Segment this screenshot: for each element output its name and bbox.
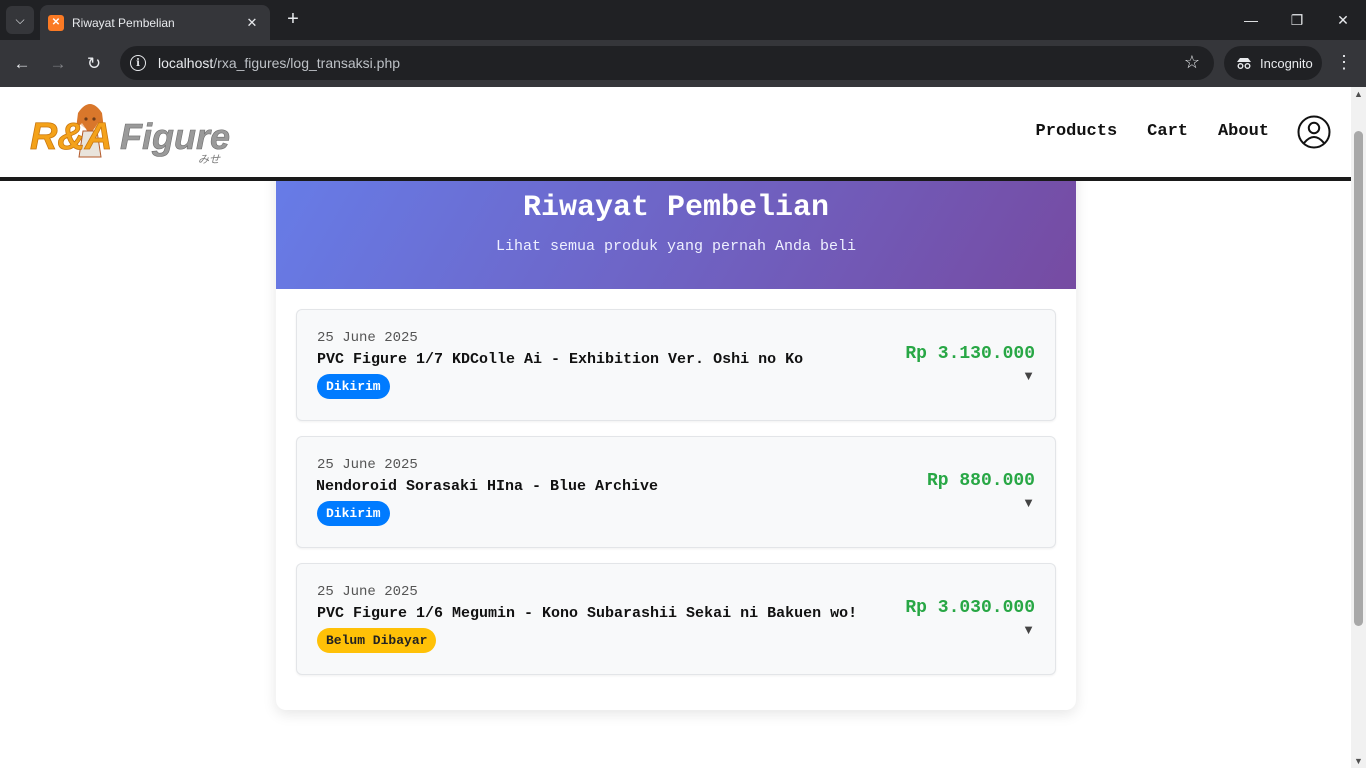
status-badge: Dikirim xyxy=(317,374,390,399)
transaction-product: Nendoroid Sorasaki HIna - Blue Archive xyxy=(316,478,659,495)
expand-arrow-icon[interactable]: ▼ xyxy=(1022,622,1035,637)
site-header: R&A Figure みせ Products Cart About xyxy=(0,87,1351,181)
close-icon[interactable]: ✕ xyxy=(244,15,260,31)
scroll-up-arrow-icon[interactable]: ▲ xyxy=(1354,89,1363,99)
transaction-date: 25 June 2025 xyxy=(317,584,418,600)
logo-text-figure: Figure xyxy=(120,116,230,157)
nav-about[interactable]: About xyxy=(1218,122,1269,141)
bookmark-star-icon[interactable]: ☆ xyxy=(1184,52,1200,73)
logo-text-mise: みせ xyxy=(198,153,221,165)
page-viewport: R&A Figure みせ Products Cart About Riwaya… xyxy=(0,87,1351,768)
logo-text-ra: R&A xyxy=(30,116,112,158)
scrollbar-thumb[interactable] xyxy=(1354,131,1363,626)
page-subtitle: Lihat semua produk yang pernah Anda beli xyxy=(495,238,857,255)
transaction-product: PVC Figure 1/7 KDColle Ai - Exhibition V… xyxy=(317,351,804,368)
expand-arrow-icon[interactable]: ▼ xyxy=(1022,368,1035,383)
address-bar[interactable]: i localhost/rxa_figures/log_transaksi.ph… xyxy=(120,46,1214,80)
page-title: Riwayat Pembelian xyxy=(522,191,830,225)
incognito-indicator[interactable]: Incognito xyxy=(1224,46,1322,80)
xampp-icon: ✕ xyxy=(48,14,64,31)
browser-toolbar: ← → ↻ i localhost/rxa_figures/log_transa… xyxy=(0,40,1366,87)
transaction-price: Rp 3.030.000 xyxy=(905,598,1035,618)
status-badge: Dikirim xyxy=(317,501,390,526)
window-close-icon[interactable]: ✕ xyxy=(1329,8,1357,32)
main-nav: Products Cart About xyxy=(1036,122,1269,141)
site-logo[interactable]: R&A Figure みせ xyxy=(28,95,233,165)
transaction-item[interactable]: 25 June 2025 PVC Figure 1/7 KDColle Ai -… xyxy=(296,309,1056,421)
url-path: /rxa_figures/log_transaksi.php xyxy=(213,55,401,71)
expand-arrow-icon[interactable]: ▼ xyxy=(1022,495,1035,510)
reload-icon[interactable]: ↻ xyxy=(82,52,106,76)
restore-icon[interactable]: ❐ xyxy=(1283,8,1311,32)
incognito-label: Incognito xyxy=(1260,55,1313,71)
browser-tab[interactable]: ✕ Riwayat Pembelian ✕ xyxy=(40,5,270,40)
more-menu-icon[interactable]: ⋮ xyxy=(1334,52,1354,73)
page-scrollbar[interactable]: ▲ ▼ xyxy=(1351,87,1366,768)
incognito-icon xyxy=(1237,58,1251,69)
browser-tab-bar: ⌵ ✕ Riwayat Pembelian ✕ + — ❐ ✕ xyxy=(0,0,1366,40)
transaction-price: Rp 3.130.000 xyxy=(905,344,1035,364)
url-host: localhost xyxy=(158,55,214,71)
back-arrow-icon[interactable]: ← xyxy=(10,52,34,76)
history-card: Riwayat Pembelian Lihat semua produk yan… xyxy=(276,117,1076,710)
tab-search-button[interactable]: ⌵ xyxy=(6,6,34,34)
user-circle-icon[interactable] xyxy=(1297,115,1331,149)
transaction-date: 25 June 2025 xyxy=(317,330,418,346)
chevron-down-icon: ⌵ xyxy=(15,12,25,27)
transaction-product: PVC Figure 1/6 Megumin - Kono Subarashii… xyxy=(317,605,858,622)
transaction-item[interactable]: 25 June 2025 Nendoroid Sorasaki HIna - B… xyxy=(296,436,1056,548)
url-text[interactable]: localhost/rxa_figures/log_transaksi.php xyxy=(158,55,400,71)
scroll-down-arrow-icon[interactable]: ▼ xyxy=(1354,756,1363,766)
status-badge: Belum Dibayar xyxy=(317,628,437,653)
transaction-date: 25 June 2025 xyxy=(317,457,418,473)
transaction-price: Rp 880.000 xyxy=(926,471,1035,491)
forward-arrow-icon[interactable]: → xyxy=(46,52,70,76)
transaction-item[interactable]: 25 June 2025 PVC Figure 1/6 Megumin - Ko… xyxy=(296,563,1056,675)
site-info-icon[interactable]: i xyxy=(130,55,146,71)
new-tab-button[interactable]: + xyxy=(282,8,304,30)
nav-cart[interactable]: Cart xyxy=(1147,122,1188,141)
tab-title: Riwayat Pembelian xyxy=(72,15,175,30)
nav-products[interactable]: Products xyxy=(1036,122,1118,141)
minimize-icon[interactable]: — xyxy=(1237,8,1265,32)
